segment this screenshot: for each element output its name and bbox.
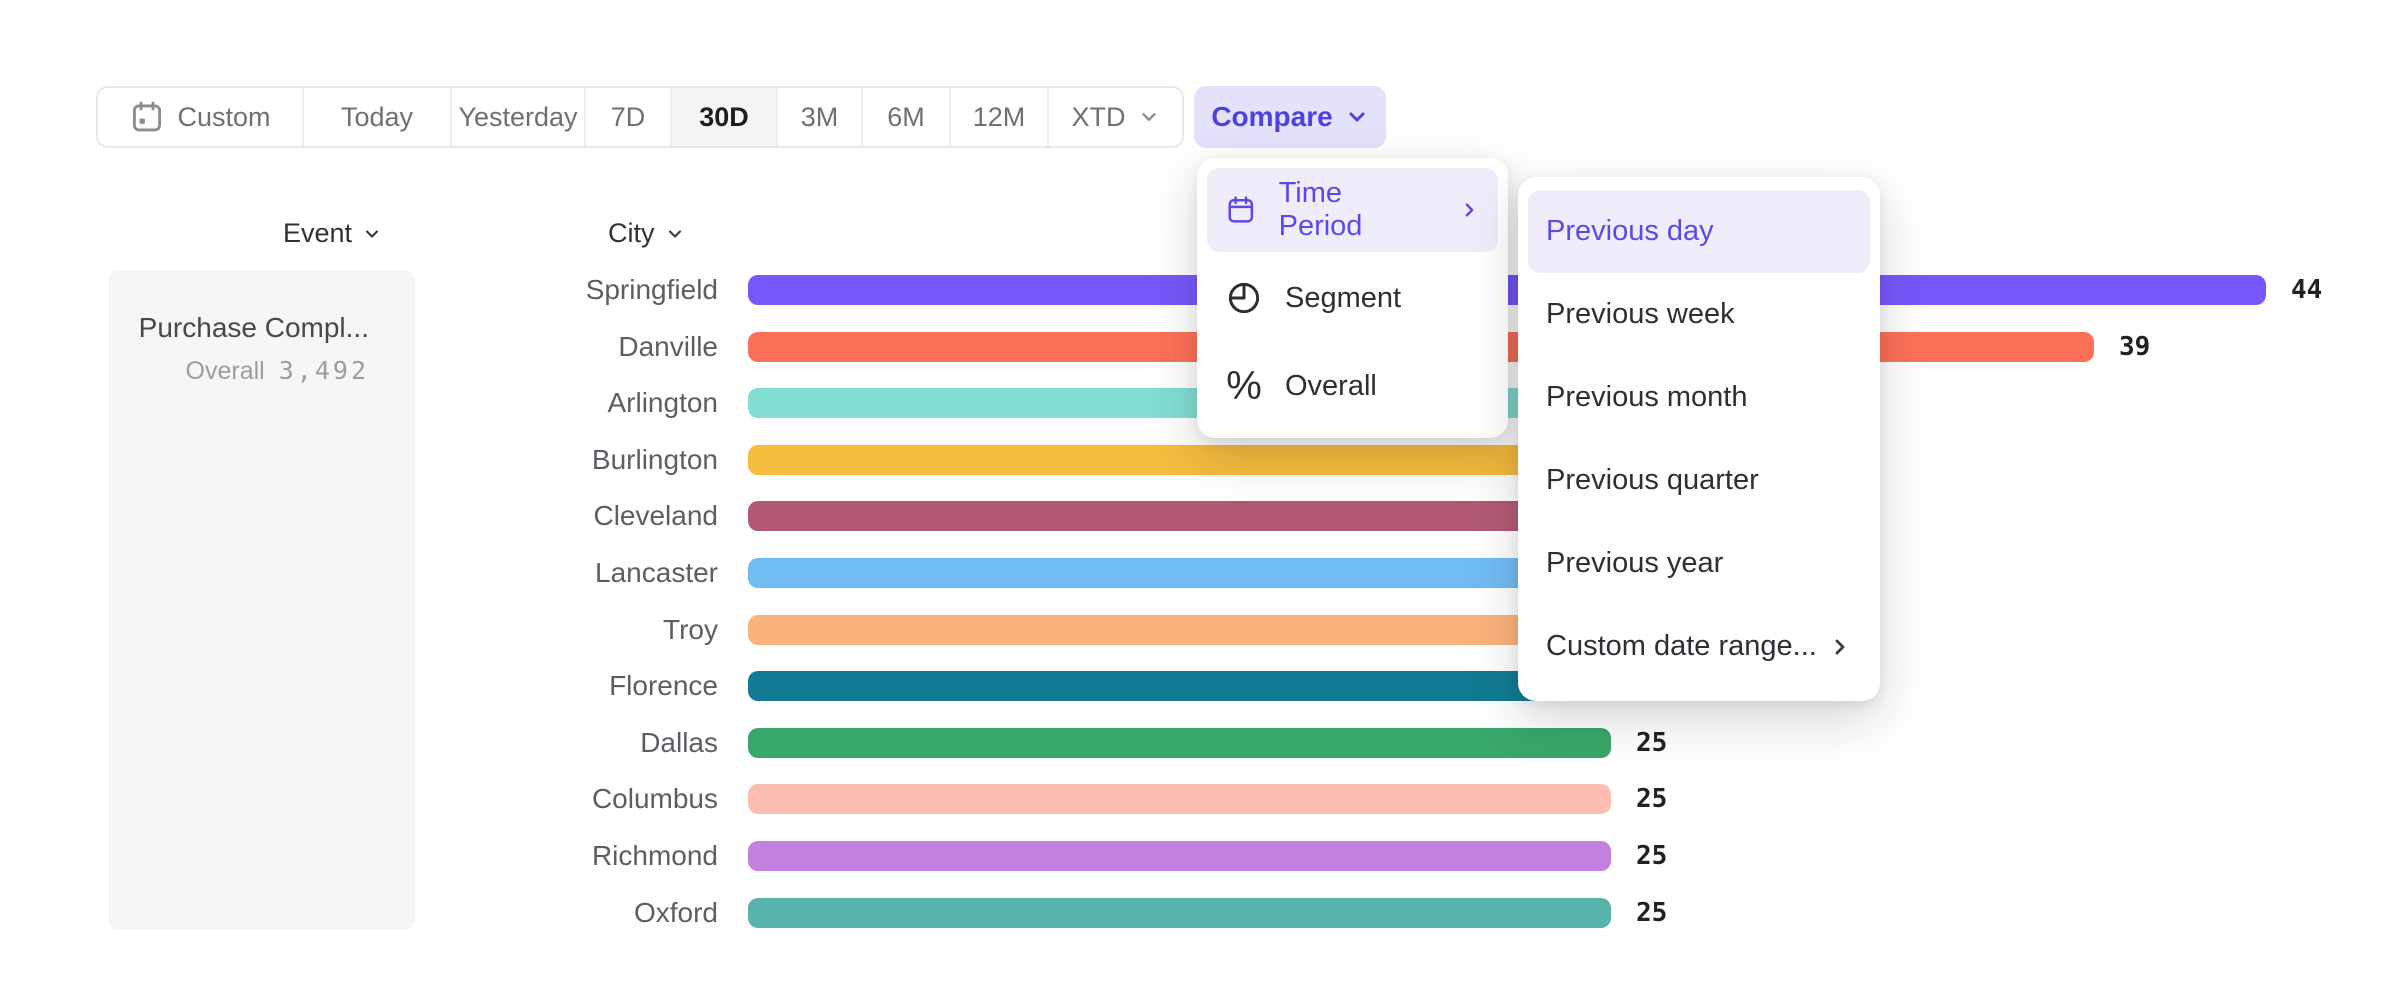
toolbar-item-today[interactable]: Today	[304, 88, 452, 146]
bar-richmond[interactable]	[748, 841, 1611, 871]
event-column-header[interactable]: Event	[283, 218, 382, 249]
overall-value: 3,492	[279, 356, 369, 385]
toolbar-item-12m[interactable]: 12M	[951, 88, 1049, 146]
menu-item-time-period[interactable]: Time Period	[1207, 168, 1498, 252]
toolbar-item-6m[interactable]: 6M	[863, 88, 951, 146]
chevron-down-icon	[362, 224, 382, 244]
bar-value-richmond: 25	[1636, 841, 1667, 871]
menu-item-label: Previous week	[1546, 298, 1735, 331]
menu-item-label: Previous month	[1546, 381, 1748, 414]
bar-label-dallas: Dallas	[418, 728, 718, 758]
bar-value-columbus: 25	[1636, 784, 1667, 814]
bar-label-lancaster: Lancaster	[418, 558, 718, 588]
chevron-down-icon	[665, 224, 685, 244]
city-column-label: City	[608, 218, 655, 249]
menu-item-label: Previous day	[1546, 215, 1714, 248]
bar-label-oxford: Oxford	[418, 898, 718, 928]
event-overall: Overall 3,492	[108, 356, 369, 386]
bar-label-burlington: Burlington	[418, 445, 718, 475]
menu-item-overall[interactable]: % Overall	[1207, 344, 1498, 428]
menu-item-label: Time Period	[1279, 177, 1415, 243]
toolbar-item-3m[interactable]: 3M	[778, 88, 863, 146]
bar-florence[interactable]	[748, 671, 1645, 701]
toolbar-item-label: 7D	[611, 102, 646, 133]
menu-item-previous-month[interactable]: Previous month	[1528, 356, 1870, 439]
time-period-submenu: Previous day Previous week Previous month P…	[1518, 177, 1880, 701]
city-column-header[interactable]: City	[608, 218, 685, 249]
bar-value-springfield: 44	[2291, 275, 2322, 305]
compare-label: Compare	[1211, 101, 1332, 133]
bar-label-danville: Danville	[418, 332, 718, 362]
bar-dallas[interactable]	[748, 728, 1611, 758]
menu-item-label: Overall	[1285, 370, 1377, 403]
bar-value-dallas: 25	[1636, 728, 1667, 758]
event-name: Purchase Compl...	[108, 312, 369, 344]
menu-item-label: Segment	[1285, 282, 1401, 315]
toolbar-item-label: Today	[341, 102, 413, 133]
bar-label-richmond: Richmond	[418, 841, 718, 871]
menu-item-previous-week[interactable]: Previous week	[1528, 273, 1870, 356]
calendar-icon	[1225, 192, 1257, 228]
bar-label-troy: Troy	[418, 615, 718, 645]
toolbar-item-label: 30D	[699, 102, 749, 133]
menu-item-label: Previous year	[1546, 547, 1723, 580]
bar-label-florence: Florence	[418, 671, 718, 701]
toolbar-item-30d[interactable]: 30D	[672, 88, 778, 146]
compare-menu: Time Period Segment% Overall	[1197, 158, 1508, 438]
overall-label: Overall	[186, 357, 265, 385]
bar-oxford[interactable]	[748, 898, 1611, 928]
percent-icon: %	[1225, 366, 1263, 406]
menu-item-previous-quarter[interactable]: Previous quarter	[1528, 439, 1870, 522]
menu-item-label: Previous quarter	[1546, 464, 1759, 497]
bar-label-springfield: Springfield	[418, 275, 718, 305]
bar-value-danville: 39	[2119, 332, 2150, 362]
event-column-label: Event	[283, 218, 352, 249]
bar-value-oxford: 25	[1636, 898, 1667, 928]
menu-item-previous-day[interactable]: Previous day	[1528, 190, 1870, 273]
toolbar-item-7d[interactable]: 7D	[586, 88, 672, 146]
toolbar-item-label: 6M	[887, 102, 925, 133]
menu-item-label: Custom date range...	[1546, 630, 1817, 663]
chevron-down-icon	[1345, 105, 1369, 129]
event-card[interactable]: Purchase Compl... Overall 3,492	[108, 270, 415, 930]
chevron-right-icon	[1459, 198, 1480, 222]
menu-item-segment[interactable]: Segment	[1207, 256, 1498, 340]
segment-icon	[1225, 279, 1263, 317]
toolbar-item-label: Custom	[177, 102, 270, 133]
toolbar-item-label: XTD	[1072, 102, 1126, 133]
bar-label-cleveland: Cleveland	[418, 501, 718, 531]
bar-columbus[interactable]	[748, 784, 1611, 814]
menu-item-previous-year[interactable]: Previous year	[1528, 522, 1870, 605]
chevron-right-icon	[1828, 635, 1852, 659]
bar-label-arlington: Arlington	[418, 388, 718, 418]
calendar-icon	[129, 99, 165, 135]
toolbar-item-label: 3M	[801, 102, 839, 133]
chevron-down-icon	[1138, 106, 1160, 128]
toolbar-item-xtd[interactable]: XTD	[1049, 88, 1182, 146]
date-range-toolbar: Custom Today Yesterday 7D 30D 3M 6M 12M XTD	[96, 86, 1184, 148]
menu-item-custom-date-range[interactable]: Custom date range...	[1528, 605, 1870, 688]
toolbar-item-label: 12M	[973, 102, 1026, 133]
toolbar-item-yesterday[interactable]: Yesterday	[452, 88, 586, 146]
toolbar-item-custom[interactable]: Custom	[98, 88, 304, 146]
analytics-screen: Custom Today Yesterday 7D 30D 3M 6M 12M XTD Comp…	[0, 0, 2394, 1004]
toolbar-item-label: Yesterday	[458, 102, 577, 133]
bar-label-columbus: Columbus	[418, 784, 718, 814]
compare-button[interactable]: Compare	[1194, 86, 1386, 148]
